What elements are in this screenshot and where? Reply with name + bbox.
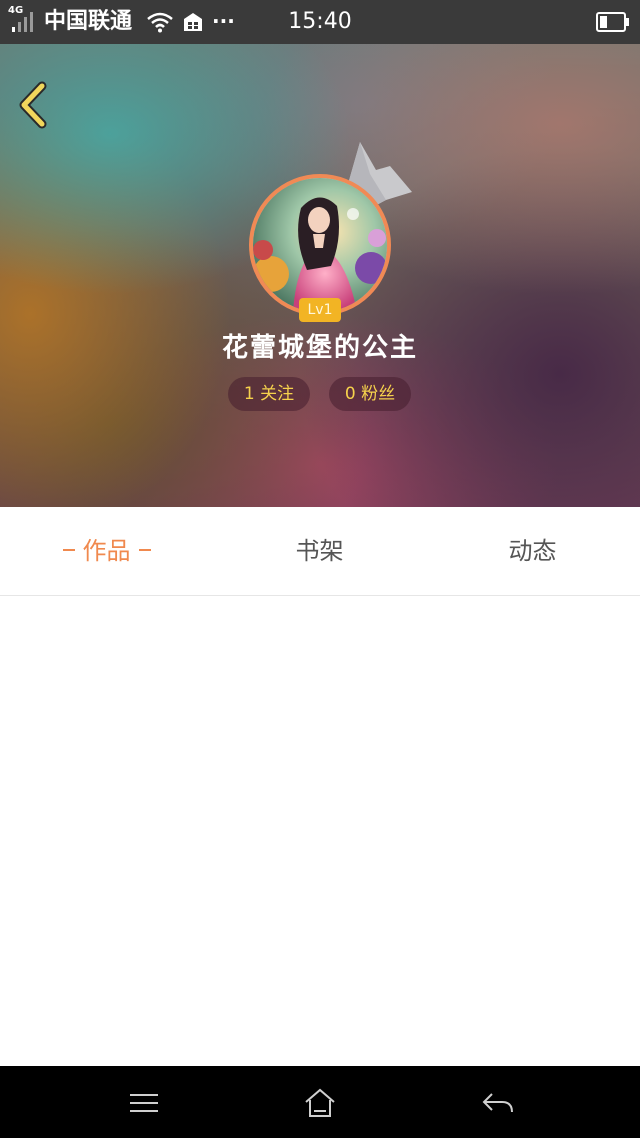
tab-works[interactable]: 作品 [0,507,213,595]
profile-tabs: 作品 书架 动态 [0,507,640,596]
following-count-button[interactable]: 1 关注 [228,377,310,411]
back-arrow-icon [482,1093,513,1113]
active-indicator-right [138,549,151,551]
username: 花蕾城堡的公主 [221,333,418,363]
profile-header: Lv1 花蕾城堡的公主 1 关注 0 粉丝 [0,44,640,507]
home-icon [305,1088,335,1117]
tab-label: 作品 [82,537,131,565]
home-button[interactable] [300,1086,340,1120]
tab-activity[interactable]: 动态 [426,507,639,595]
chevron-left-icon [19,81,47,129]
system-back-button[interactable] [478,1086,518,1120]
status-bar: 4G 中国联通 ··· 15:40 [0,0,640,44]
fans-count-button[interactable]: 0 粉丝 [329,377,411,411]
tab-bookshelf[interactable]: 书架 [213,507,426,595]
tab-content [0,596,640,1066]
tab-label: 动态 [508,537,557,565]
menu-button[interactable] [124,1086,164,1120]
back-button[interactable] [14,80,54,130]
active-indicator-left [62,549,75,551]
menu-icon [130,1094,158,1112]
avatar-image [253,178,387,312]
system-nav-bar [0,1066,640,1138]
level-badge: Lv1 [299,298,341,322]
clock: 15:40 [288,9,352,34]
battery-icon [596,12,629,32]
tab-label: 书架 [295,537,344,565]
avatar[interactable] [249,174,391,316]
